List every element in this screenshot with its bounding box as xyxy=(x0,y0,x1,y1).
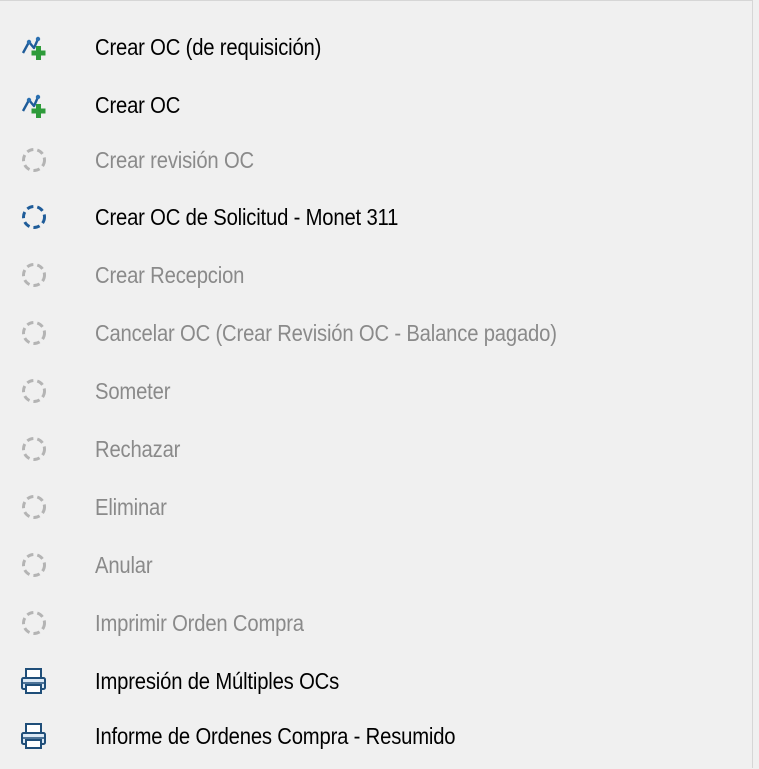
add-user-icon xyxy=(21,36,46,60)
dashed-circle-icon xyxy=(22,263,46,287)
menu-item-crear-recepcion[interactable]: Crear Recepcion xyxy=(0,246,753,304)
dashed-circle-icon xyxy=(22,379,46,403)
dashed-circle-icon xyxy=(17,260,51,290)
menu-item-label: Cancelar OC (Crear Revisión OC - Balance… xyxy=(95,320,557,346)
menu-item-rechazar[interactable]: Rechazar xyxy=(0,420,753,478)
dashed-circle-icon xyxy=(22,205,46,229)
menu-item-anular[interactable]: Anular xyxy=(0,536,753,594)
menu-item-crear-oc[interactable]: Crear OC xyxy=(0,76,753,134)
menu-item-label: Rechazar xyxy=(95,436,181,462)
menu-item-crear-revision-oc[interactable]: Crear revisión OC xyxy=(0,131,753,189)
dashed-circle-icon xyxy=(22,148,46,172)
printer-icon xyxy=(21,668,46,694)
printer-icon xyxy=(17,666,51,696)
menu-item-label: Eliminar xyxy=(95,494,167,520)
menu-item-label: Crear OC (de requisición) xyxy=(95,34,322,60)
menu-item-cancelar-oc[interactable]: Cancelar OC (Crear Revisión OC - Balance… xyxy=(0,304,753,362)
menu-item-crear-oc-solicitud[interactable]: Crear OC de Solicitud - Monet 311 xyxy=(0,188,753,246)
menu-item-informe-ordenes-compra[interactable]: Informe de Ordenes Compra - Resumido xyxy=(0,707,753,765)
menu-item-eliminar[interactable]: Eliminar xyxy=(0,478,753,536)
menu-item-impresion-multiples-ocs[interactable]: Impresión de Múltiples OCs xyxy=(0,652,753,710)
dashed-circle-icon xyxy=(22,611,46,635)
menu-item-imprimir-orden-compra[interactable]: Imprimir Orden Compra xyxy=(0,594,753,652)
dashed-circle-icon xyxy=(17,318,51,348)
add-user-icon xyxy=(21,94,46,118)
menu-item-label: Crear OC de Solicitud - Monet 311 xyxy=(95,204,399,230)
dashed-circle-icon xyxy=(22,321,46,345)
dashed-circle-icon xyxy=(17,492,51,522)
menu-item-label: Impresión de Múltiples OCs xyxy=(95,668,340,694)
dashed-circle-icon xyxy=(22,437,46,461)
dashed-circle-icon xyxy=(22,553,46,577)
dashed-circle-icon xyxy=(22,495,46,519)
menu-item-label: Imprimir Orden Compra xyxy=(95,610,304,636)
menu-item-label: Anular xyxy=(95,552,153,578)
dashed-circle-icon xyxy=(17,434,51,464)
menu-item-label: Crear Recepcion xyxy=(95,262,245,288)
printer-icon xyxy=(17,721,51,751)
menu-item-someter[interactable]: Someter xyxy=(0,362,753,420)
context-menu: Crear OC (de requisición) Crear OC Crear… xyxy=(0,0,753,769)
printer-icon xyxy=(21,723,46,749)
menu-item-crear-oc-requisicion[interactable]: Crear OC (de requisición) xyxy=(0,18,753,76)
dashed-circle-icon xyxy=(17,550,51,580)
dashed-circle-icon xyxy=(17,202,51,232)
menu-item-label: Informe de Ordenes Compra - Resumido xyxy=(95,723,456,749)
add-user-icon xyxy=(17,32,51,62)
dashed-circle-icon xyxy=(17,608,51,638)
dashed-circle-icon xyxy=(17,376,51,406)
add-user-icon xyxy=(17,90,51,120)
menu-item-label: Crear OC xyxy=(95,92,181,118)
menu-item-label: Crear revisión OC xyxy=(95,147,254,173)
menu-item-label: Someter xyxy=(95,378,171,404)
dashed-circle-icon xyxy=(17,145,51,175)
